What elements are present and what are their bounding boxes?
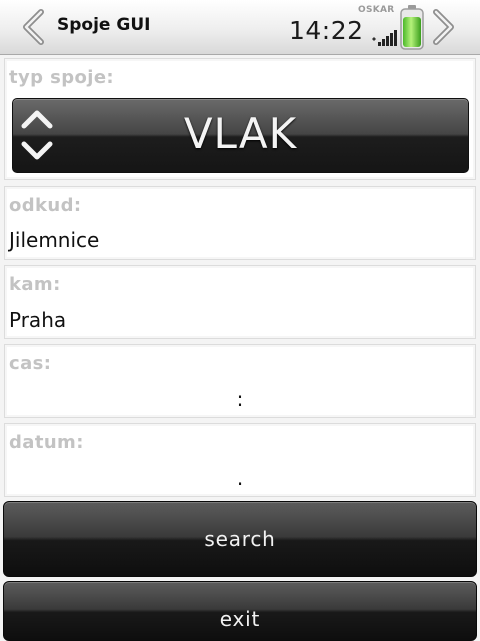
date-value[interactable]: . — [5, 466, 475, 490]
time-field[interactable]: cas: : — [4, 344, 476, 418]
time-value[interactable]: : — [5, 387, 475, 411]
to-value[interactable]: Praha — [9, 308, 66, 332]
back-arrow-icon[interactable] — [20, 9, 46, 45]
clock: 14:22 — [289, 16, 364, 45]
from-value[interactable]: Jilemnice — [9, 228, 99, 252]
signal-strength-icon — [371, 30, 397, 46]
search-button-label: search — [204, 527, 276, 551]
from-field[interactable]: odkud: Jilemnice — [4, 186, 476, 260]
battery-icon — [399, 4, 425, 50]
to-field[interactable]: kam: Praha — [4, 265, 476, 339]
time-label: cas: — [9, 353, 52, 374]
exit-button[interactable]: exit — [3, 581, 477, 641]
date-label: datum: — [9, 432, 84, 453]
app-title: Spoje GUI — [57, 15, 151, 35]
connection-type-selector[interactable]: VLAK — [12, 98, 469, 173]
to-label: kam: — [9, 274, 61, 295]
connection-type-label: typ spoje: — [9, 67, 115, 88]
search-button[interactable]: search — [3, 501, 477, 577]
forward-arrow-icon[interactable] — [431, 9, 457, 45]
status-bar: Spoje GUI 14:22 OSKAR — [0, 0, 480, 55]
exit-button-label: exit — [219, 607, 261, 631]
from-label: odkud: — [9, 195, 82, 216]
connection-type-card: typ spoje: VLAK — [4, 58, 476, 180]
connection-type-value: VLAK — [183, 109, 298, 158]
date-field[interactable]: datum: . — [4, 423, 476, 497]
operator-name: OSKAR — [358, 5, 395, 15]
